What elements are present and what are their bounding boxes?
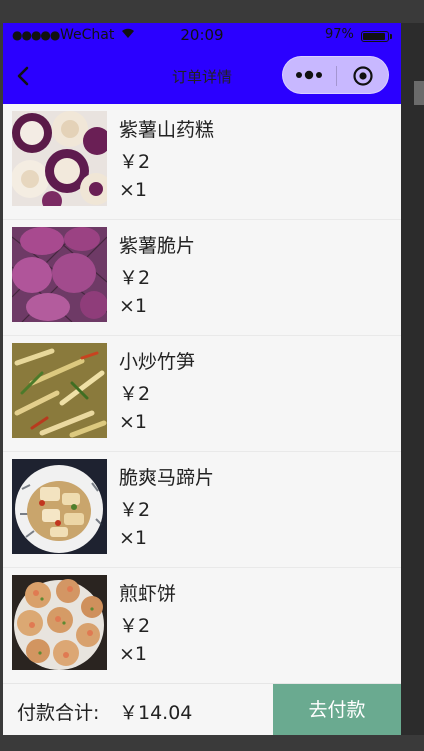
close-miniprogram-icon[interactable] bbox=[352, 65, 374, 87]
order-item[interactable]: 紫薯脆片 ￥2 ×1 bbox=[3, 220, 401, 336]
phone-screen: ●●●●● WeChat 20:09 97% 订单详情 紫薯山药糕 ￥2 ×1 … bbox=[3, 23, 401, 735]
item-price: ￥2 bbox=[119, 615, 151, 637]
item-quantity: ×1 bbox=[119, 527, 148, 549]
payment-bar: 付款合计: ￥14.04 去付款 bbox=[3, 683, 401, 735]
item-name: 紫薯脆片 bbox=[119, 235, 196, 257]
window-bottom-edge bbox=[0, 735, 424, 751]
item-price: ￥2 bbox=[119, 267, 151, 289]
item-price: ￥2 bbox=[119, 383, 151, 405]
stir-fried-bamboo-shoots-photo bbox=[12, 343, 107, 438]
item-price: ￥2 bbox=[119, 151, 151, 173]
item-quantity: ×1 bbox=[119, 295, 148, 317]
battery-percent: 97% bbox=[325, 27, 354, 42]
item-name: 煎虾饼 bbox=[119, 583, 177, 605]
total-amount: ￥14.04 bbox=[119, 702, 193, 724]
battery-icon bbox=[361, 31, 392, 42]
item-quantity: ×1 bbox=[119, 411, 148, 433]
total-label: 付款合计: bbox=[17, 702, 100, 724]
nav-bar: 订单详情 bbox=[3, 48, 401, 104]
item-name: 脆爽马蹄片 bbox=[119, 467, 215, 489]
item-price: ￥2 bbox=[119, 499, 151, 521]
purple-yam-cake-photo bbox=[12, 111, 107, 206]
order-item[interactable]: 脆爽马蹄片 ￥2 ×1 bbox=[3, 452, 401, 568]
window-edge-handle bbox=[414, 81, 424, 105]
crispy-water-chestnut-slices-photo bbox=[12, 459, 107, 554]
more-menu-icon[interactable] bbox=[295, 66, 325, 84]
order-item[interactable]: 煎虾饼 ￥2 ×1 bbox=[3, 568, 401, 684]
fried-shrimp-cakes-photo bbox=[12, 575, 107, 670]
item-name: 小炒竹笋 bbox=[119, 351, 196, 373]
order-item[interactable]: 小炒竹笋 ￥2 ×1 bbox=[3, 336, 401, 452]
item-quantity: ×1 bbox=[119, 643, 148, 665]
order-item[interactable]: 紫薯山药糕 ￥2 ×1 bbox=[3, 104, 401, 220]
item-name: 紫薯山药糕 bbox=[119, 119, 215, 141]
window-edge bbox=[401, 23, 424, 735]
purple-sweet-potato-chips-photo bbox=[12, 227, 107, 322]
capsule-divider bbox=[336, 66, 337, 86]
pay-button[interactable]: 去付款 bbox=[273, 684, 401, 735]
status-bar: ●●●●● WeChat 20:09 97% bbox=[3, 23, 401, 48]
item-quantity: ×1 bbox=[119, 179, 148, 201]
order-item-list: 紫薯山药糕 ￥2 ×1 紫薯脆片 ￥2 ×1 小炒竹笋 ￥2 ×1 脆爽马蹄片 … bbox=[3, 104, 401, 684]
miniprogram-capsule bbox=[282, 56, 389, 94]
